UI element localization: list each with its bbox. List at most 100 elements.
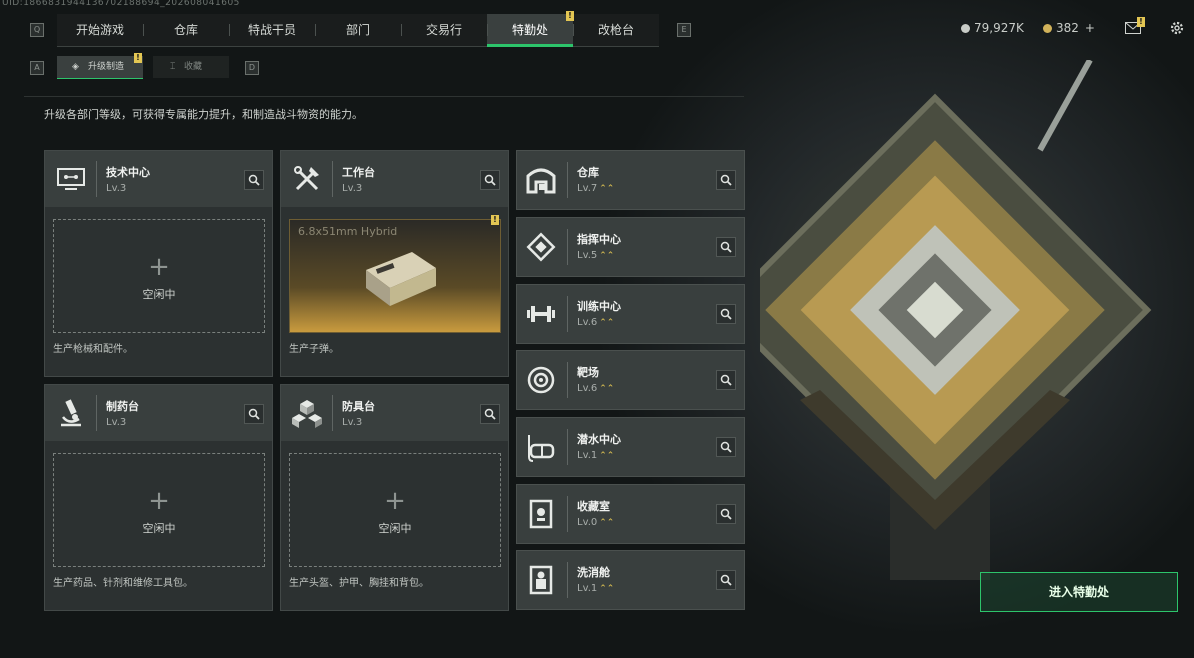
microscope-icon bbox=[61, 399, 81, 427]
computer-icon bbox=[57, 168, 85, 190]
search-button[interactable] bbox=[716, 370, 736, 390]
search-icon bbox=[720, 241, 732, 253]
subtab-upgrade-craft[interactable]: ◈ 升级制造 bbox=[57, 56, 143, 79]
add-gold-button[interactable]: + bbox=[1085, 21, 1095, 35]
search-button[interactable] bbox=[480, 404, 500, 424]
search-button[interactable] bbox=[716, 304, 736, 324]
card-level: Lv.3 bbox=[342, 417, 363, 428]
search-icon bbox=[720, 374, 732, 386]
tab-trading[interactable]: 交易行 bbox=[401, 14, 487, 47]
hazmat-icon bbox=[529, 565, 553, 595]
production-slot-empty[interactable]: + 空闲中 bbox=[289, 453, 501, 567]
separator bbox=[332, 161, 333, 197]
prev-subtab-key[interactable]: A bbox=[30, 61, 44, 75]
tools-icon bbox=[294, 166, 319, 191]
upgrade-available-icon: ⌃⌃ bbox=[599, 251, 615, 261]
page-description: 升级各部门等级，可获得专属能力提升，和制造战斗物资的能力。 bbox=[44, 108, 363, 121]
card-footer: 生产枪械和配件。 bbox=[53, 344, 133, 355]
uid-label: UID:1866831944136702188694_202608041605 bbox=[2, 0, 240, 8]
subtab-badge: ! bbox=[134, 53, 142, 63]
card-header[interactable]: 制药台 Lv.3 bbox=[45, 385, 272, 441]
card-tech-center: 技术中心 Lv.3 + 空闲中 生产枪械和配件。 bbox=[44, 150, 273, 377]
production-slot-empty[interactable]: + 空闲中 bbox=[53, 453, 265, 567]
search-button[interactable] bbox=[244, 404, 264, 424]
gear-icon[interactable] bbox=[1169, 20, 1185, 36]
card-diving-center[interactable]: 潜水中心 Lv.1 ⌃⌃ bbox=[516, 417, 745, 477]
plus-icon: + bbox=[148, 486, 170, 516]
subtab-upgrade-craft-label: 升级制造 bbox=[88, 62, 125, 72]
tab-gunsmith[interactable]: 改枪台 bbox=[573, 14, 659, 47]
upgrade-available-icon: ⌃⌃ bbox=[599, 318, 615, 328]
tab-special-ops[interactable]: 特勤处 bbox=[487, 14, 573, 47]
upgrade-available-icon: ⌃⌃ bbox=[599, 384, 615, 394]
card-footer: 生产头盔、护甲、胸挂和背包。 bbox=[289, 578, 429, 589]
upgrade-icon: ◈ bbox=[72, 62, 79, 72]
top-nav: Q 开始游戏 仓库 特战干员 部门 交易行 特勤处 改枪台 ! E 79,927… bbox=[0, 8, 1194, 48]
card-header[interactable]: 技术中心 Lv.3 bbox=[45, 151, 272, 207]
slot-status: 空闲中 bbox=[142, 522, 176, 535]
card-level-value: Lv.6 bbox=[577, 317, 598, 328]
search-icon bbox=[720, 508, 732, 520]
card-level-value: Lv.1 bbox=[577, 450, 598, 461]
card-command-center[interactable]: 指挥中心 Lv.5 ⌃⌃ bbox=[516, 217, 745, 277]
card-header[interactable]: 防具台 Lv.3 bbox=[281, 385, 508, 441]
card-level: Lv.5 ⌃⌃ bbox=[577, 250, 614, 261]
search-button[interactable] bbox=[716, 237, 736, 257]
card-name: 技术中心 bbox=[106, 166, 150, 179]
card-pharmacy: 制药台 Lv.3 + 空闲中 生产药品、针剂和维修工具包。 bbox=[44, 384, 273, 611]
card-name: 指挥中心 bbox=[577, 233, 621, 246]
card-level: Lv.6 ⌃⌃ bbox=[577, 317, 614, 328]
separator bbox=[96, 161, 97, 197]
card-name: 靶场 bbox=[577, 366, 599, 379]
search-button[interactable] bbox=[716, 570, 736, 590]
special-ops-cube-illustration bbox=[760, 60, 1152, 580]
upgrade-available-icon: ⌃⌃ bbox=[599, 584, 615, 594]
search-icon bbox=[484, 174, 496, 186]
card-name: 收藏室 bbox=[577, 500, 610, 513]
silver-amount: 79,927K bbox=[974, 21, 1024, 35]
tab-start-game[interactable]: 开始游戏 bbox=[57, 14, 143, 47]
separator bbox=[567, 562, 568, 598]
card-training-center[interactable]: 训练中心 Lv.6 ⌃⌃ bbox=[516, 284, 745, 344]
tab-warehouse[interactable]: 仓库 bbox=[143, 14, 229, 47]
production-slot-active[interactable]: 6.8x51mm Hybrid bbox=[289, 219, 501, 333]
next-subtab-key[interactable]: D bbox=[245, 61, 259, 75]
separator bbox=[567, 162, 568, 198]
gold-coin-icon bbox=[1043, 23, 1052, 33]
card-collection-room[interactable]: 收藏室 Lv.0 ⌃⌃ bbox=[516, 484, 745, 544]
search-button[interactable] bbox=[716, 437, 736, 457]
tab-operators[interactable]: 特战干员 bbox=[229, 14, 315, 47]
card-level: Lv.3 bbox=[342, 183, 363, 194]
notification-badge: ! bbox=[566, 11, 574, 21]
card-shooting-range[interactable]: 靶场 Lv.6 ⌃⌃ bbox=[516, 350, 745, 410]
silver-coin-icon bbox=[961, 23, 970, 33]
card-name: 防具台 bbox=[342, 400, 375, 413]
card-decontamination[interactable]: 洗消舱 Lv.1 ⌃⌃ bbox=[516, 550, 745, 610]
card-warehouse[interactable]: 仓库 Lv.7 ⌃⌃ bbox=[516, 150, 745, 210]
separator bbox=[567, 229, 568, 265]
silver-currency: 79,927K bbox=[961, 21, 1024, 35]
next-tab-key[interactable]: E bbox=[677, 23, 691, 37]
card-name: 训练中心 bbox=[577, 300, 621, 313]
search-button[interactable] bbox=[716, 170, 736, 190]
separator bbox=[567, 429, 568, 465]
card-header[interactable]: 工作台 Lv.3 bbox=[281, 151, 508, 207]
card-footer: 生产子弹。 bbox=[289, 344, 339, 355]
card-name: 制药台 bbox=[106, 400, 139, 413]
production-slot-empty[interactable]: + 空闲中 bbox=[53, 219, 265, 333]
separator bbox=[567, 496, 568, 532]
subtab-collection[interactable]: ⌶ 收藏 bbox=[153, 56, 229, 78]
card-name: 潜水中心 bbox=[577, 433, 621, 446]
search-button[interactable] bbox=[244, 170, 264, 190]
slot-status: 空闲中 bbox=[142, 288, 176, 301]
card-level: Lv.6 ⌃⌃ bbox=[577, 383, 614, 394]
divider bbox=[24, 96, 744, 97]
search-button[interactable] bbox=[716, 504, 736, 524]
gold-currency: 382 + bbox=[1043, 21, 1095, 35]
enter-special-ops-button[interactable]: 进入特勤处 bbox=[980, 572, 1178, 612]
collection-icon: ⌶ bbox=[170, 62, 176, 72]
card-name: 洗消舱 bbox=[577, 566, 610, 579]
prev-tab-key[interactable]: Q bbox=[30, 23, 44, 37]
tab-departments[interactable]: 部门 bbox=[315, 14, 401, 47]
search-button[interactable] bbox=[480, 170, 500, 190]
